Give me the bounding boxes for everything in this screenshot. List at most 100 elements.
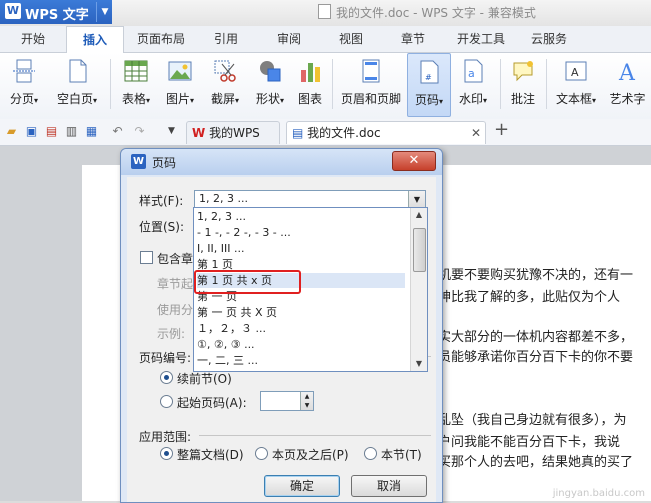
export-pdf-icon[interactable]: ▤: [44, 124, 59, 139]
apply-from-here-radio[interactable]: [255, 447, 268, 460]
doc-file-icon: ▤: [292, 126, 304, 140]
cancel-button[interactable]: 取消: [351, 475, 427, 497]
blank-page-button[interactable]: 空白页▾: [50, 53, 104, 115]
list-item[interactable]: I, II, III ...: [197, 241, 244, 256]
customize-chevron-icon[interactable]: ▼: [164, 124, 179, 139]
doc-line: 人员能够承诺你百分百下卡的你不要: [425, 350, 634, 365]
list-item[interactable]: 一, 二, 三 ...: [197, 353, 258, 368]
textbox-button[interactable]: A 文本框▾: [552, 53, 600, 115]
list-item[interactable]: - 1 -, - 2 -, - 3 - ...: [197, 225, 291, 240]
chart-label: 图表: [297, 92, 322, 106]
screenshot-label: 截屏: [210, 92, 235, 106]
start-page-spinner[interactable]: ▲ ▼: [260, 391, 314, 411]
start-at-label: 起始页码(A):: [177, 396, 247, 410]
wps-red-logo-icon: W: [192, 126, 206, 140]
undo-icon[interactable]: ↶: [110, 124, 125, 139]
doc-line: 大神比我了解的多，此贴仅为个人: [425, 290, 621, 305]
tab-references[interactable]: 引用: [200, 26, 252, 52]
chart-button[interactable]: 图表: [294, 53, 326, 115]
list-scrollbar[interactable]: ▲ ▼: [410, 208, 427, 371]
list-item[interactable]: 第 一 页 共 X 页: [197, 305, 277, 320]
apply-section-radio[interactable]: [364, 447, 377, 460]
tab-page-layout[interactable]: 页面布局: [128, 26, 194, 52]
screenshot-button[interactable]: 截屏▾: [204, 53, 246, 115]
wps-dialog-icon: W: [131, 154, 146, 169]
tab-cloud[interactable]: 云服务: [520, 26, 578, 52]
picture-button[interactable]: 图片▾: [160, 53, 200, 115]
continue-radio[interactable]: [160, 371, 173, 384]
doc-line: 死乱坠（我自己身边就有很多），为: [425, 413, 627, 428]
scroll-up-icon[interactable]: ▲: [411, 208, 427, 222]
numbering-label: 页码编号:: [139, 351, 192, 365]
list-item[interactable]: 1, 2, 3 ...: [197, 209, 246, 224]
page-break-icon: [11, 58, 37, 84]
header-footer-label: 页眉和页脚: [340, 92, 401, 106]
apply-whole-doc-label: 整篇文档(D): [177, 448, 244, 462]
watermark-icon: a: [460, 58, 486, 84]
art-text-label: 艺术字: [609, 92, 646, 106]
page-number-button[interactable]: # 页码▾: [407, 53, 451, 117]
close-icon[interactable]: ✕: [392, 151, 436, 171]
save-icon[interactable]: ▣: [24, 124, 39, 139]
doc-tab-my-wps[interactable]: W 我的WPS: [186, 121, 280, 144]
app-name: WPS 文字: [25, 8, 89, 23]
doc-tab-label: 我的WPS: [209, 126, 260, 140]
open-folder-icon[interactable]: ▰: [4, 124, 19, 139]
table-icon: [123, 58, 149, 84]
table-button[interactable]: 表格▾: [116, 53, 156, 115]
ribbon-insert: 分页▾ 空白页▾ 表格▾ 图片▾ 截屏▾ 形状▾ 图表 页眉和页脚 # 页码▾ …: [0, 53, 651, 120]
comment-button[interactable]: 批注: [505, 53, 541, 115]
tab-view[interactable]: 视图: [325, 26, 377, 52]
print-preview-icon[interactable]: ▦: [84, 124, 99, 139]
art-text-button[interactable]: A 艺术字: [604, 53, 651, 115]
window-title: 我的文件.doc - WPS 文字 - 兼容模式: [318, 4, 536, 21]
chevron-down-icon[interactable]: ▼: [96, 2, 113, 22]
textbox-label: 文本框: [555, 92, 592, 106]
comment-label: 批注: [510, 92, 535, 106]
redo-icon[interactable]: ↷: [132, 124, 147, 139]
print-icon[interactable]: ▥: [64, 124, 79, 139]
shapes-icon: [257, 58, 283, 84]
apply-whole-doc-radio[interactable]: [160, 447, 173, 460]
tab-home[interactable]: 开始: [8, 26, 58, 52]
textbox-icon: A: [563, 58, 589, 84]
blank-page-icon: [64, 58, 90, 84]
doc-tab-my-file[interactable]: ▤ 我的文件.doc ✕: [286, 121, 486, 144]
doc-line: 其实大部分的一体机内容都差不多，: [425, 330, 634, 345]
scroll-thumb[interactable]: [413, 228, 426, 272]
continue-label: 续前节(O): [177, 372, 232, 386]
position-label: 位置(S):: [139, 220, 185, 234]
ok-button[interactable]: 确定: [264, 475, 340, 497]
new-tab-plus-icon[interactable]: +: [494, 121, 509, 139]
close-tab-icon[interactable]: ✕: [471, 122, 481, 144]
picture-icon: [167, 58, 193, 84]
list-item[interactable]: ①, ②, ③ ...: [197, 337, 255, 352]
page-break-label: 分页: [9, 92, 34, 106]
spinner-arrows-icon[interactable]: ▲ ▼: [300, 392, 313, 410]
page-break-button[interactable]: 分页▾: [4, 53, 44, 115]
app-menu-button[interactable]: W WPS 文字 ▼: [0, 0, 112, 24]
comment-icon: [510, 58, 536, 84]
doc-line: 体机要不要购买犹豫不决的，还有一: [425, 268, 634, 283]
include-chapter-checkbox[interactable]: [140, 251, 153, 264]
watermark-button[interactable]: a 水印▾: [452, 53, 494, 115]
window-title-text: 我的文件.doc - WPS 文字 - 兼容模式: [336, 6, 536, 20]
tab-insert[interactable]: 插入: [66, 26, 124, 54]
example-label: 示例:: [157, 327, 186, 341]
scroll-down-icon[interactable]: ▼: [411, 357, 427, 371]
tab-developer[interactable]: 开发工具: [447, 26, 515, 52]
page-number-label: 页码: [414, 93, 439, 107]
shape-label: 形状: [255, 92, 280, 106]
art-text-icon: A: [615, 58, 641, 86]
apply-from-here-label: 本页及之后(P): [272, 448, 349, 462]
tab-review[interactable]: 审阅: [262, 26, 316, 52]
tab-chapter[interactable]: 章节: [386, 26, 440, 52]
list-item[interactable]: １，２，３ ...: [197, 321, 266, 336]
header-footer-icon: [358, 58, 384, 84]
doc-line: 你买那个人的去吧，结果她真的买了: [425, 455, 634, 470]
shape-button[interactable]: 形状▾: [250, 53, 290, 115]
header-footer-button[interactable]: 页眉和页脚: [338, 53, 404, 115]
start-at-radio[interactable]: [160, 395, 173, 408]
chapter-start-label: 章节起: [157, 277, 194, 291]
apply-section-label: 本节(T): [381, 448, 422, 462]
